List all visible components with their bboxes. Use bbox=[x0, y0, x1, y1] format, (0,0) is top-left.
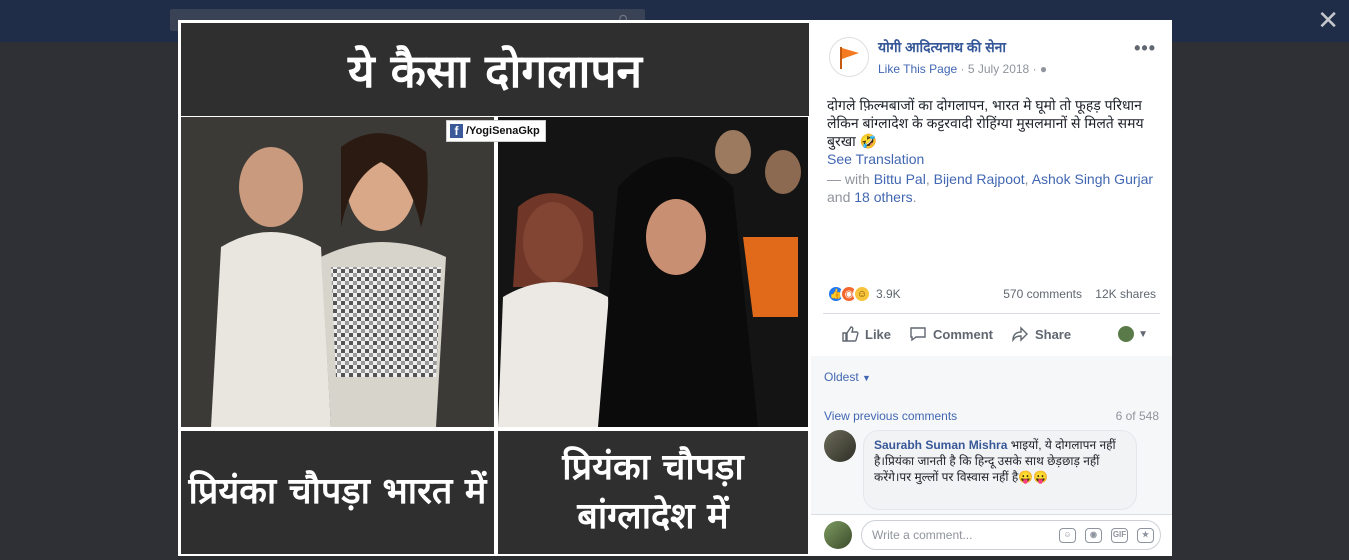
see-translation-link[interactable]: See Translation bbox=[827, 151, 924, 167]
haha-reaction-icon: ☺ bbox=[853, 285, 871, 303]
emoji-icon[interactable]: ☺ bbox=[1059, 528, 1076, 543]
like-page-link[interactable]: Like This Page bbox=[878, 62, 957, 76]
tag-others[interactable]: 18 others bbox=[854, 189, 912, 205]
tag-bijend-rajpoot[interactable]: Bijend Rajpoot bbox=[934, 171, 1025, 187]
saffron-flag-icon bbox=[840, 47, 859, 69]
avatar bbox=[1118, 326, 1135, 342]
comment-author[interactable]: Saurabh Suman Mishra bbox=[874, 438, 1007, 452]
post-date[interactable]: 5 July 2018 bbox=[968, 62, 1029, 76]
page-background-right bbox=[1172, 42, 1349, 560]
comment-count-indicator: 6 of 548 bbox=[1115, 409, 1159, 423]
shares-count[interactable]: 12K shares bbox=[1095, 287, 1156, 301]
close-icon[interactable]: ✕ bbox=[1317, 7, 1339, 33]
caption-left: प्रियंका चौपड़ा भारत में bbox=[181, 431, 494, 554]
page-avatar[interactable] bbox=[829, 37, 869, 77]
more-options-icon[interactable]: ••• bbox=[1134, 38, 1156, 59]
sticker-icon[interactable]: ★ bbox=[1137, 528, 1154, 543]
with-prefix: — with bbox=[827, 171, 870, 187]
engagement-counts: 570 comments 12K shares bbox=[993, 287, 1156, 301]
view-previous-comments-link[interactable]: View previous comments bbox=[824, 409, 957, 423]
watermark: f /YogiSenaGkp bbox=[446, 120, 546, 142]
comment-bubble: Saurabh Suman Mishra भाइयों, ये दोगलापन … bbox=[863, 430, 1137, 510]
action-bar: Like Comment Share ▼ bbox=[823, 317, 1160, 351]
people-illustration-left bbox=[181, 117, 494, 427]
chevron-down-icon: ▼ bbox=[1138, 328, 1148, 340]
share-button[interactable]: Share bbox=[1011, 325, 1071, 343]
comment-bubble-icon bbox=[910, 327, 926, 342]
tag-bittu-pal[interactable]: Bittu Pal bbox=[874, 171, 926, 187]
user-avatar bbox=[824, 521, 852, 549]
reactions-summary[interactable]: 👍 ◉ ☺ 3.9K bbox=[827, 285, 901, 303]
globe-icon: ● bbox=[1039, 62, 1048, 76]
share-label: Share bbox=[1034, 326, 1072, 342]
photo-left-image bbox=[181, 117, 494, 427]
caption-right: प्रियंका चौपड़ा बांग्लादेश में bbox=[498, 431, 808, 554]
sort-label: Oldest bbox=[824, 370, 859, 384]
comment-sort-dropdown[interactable]: Oldest ▼ bbox=[824, 370, 871, 384]
reaction-count: 3.9K bbox=[876, 287, 901, 301]
commenter-avatar[interactable] bbox=[824, 430, 856, 462]
comment-button[interactable]: Comment bbox=[909, 325, 993, 343]
photo-right-image bbox=[498, 117, 808, 427]
tagged-people: — with Bittu Pal, Bijend Rajpoot, Ashok … bbox=[827, 171, 1154, 205]
page-name-link[interactable]: योगी आदित्यनाथ की सेना bbox=[878, 38, 1006, 57]
comments-count[interactable]: 570 comments bbox=[1003, 287, 1082, 301]
divider bbox=[823, 313, 1160, 314]
write-comment-row: Write a comment... ☺ ◉ GIF ★ bbox=[811, 514, 1172, 556]
like-label: Like bbox=[865, 326, 892, 342]
thumbs-up-icon bbox=[842, 326, 859, 342]
chevron-down-icon: ▼ bbox=[862, 373, 871, 383]
page-background-left bbox=[0, 42, 178, 560]
people-illustration-right bbox=[498, 117, 808, 427]
photo-viewer: ये कैसा दोगलापन f /YogiSenaGkp प्रियंका … bbox=[178, 20, 811, 556]
post-panel: योगी आदित्यनाथ की सेना Like This Page · … bbox=[811, 20, 1172, 556]
facebook-logo-icon: f bbox=[450, 124, 463, 138]
post-as-selector[interactable]: ▼ bbox=[1118, 326, 1148, 342]
photo-title: ये कैसा दोगलापन bbox=[181, 23, 809, 116]
post-meta: Like This Page · 5 July 2018 · ● bbox=[878, 62, 1048, 76]
gif-icon[interactable]: GIF bbox=[1111, 528, 1128, 543]
post-text: दोगले फ़िल्मबाजों का दोगलापन, भारत मे घू… bbox=[827, 97, 1144, 149]
comment-label: Comment bbox=[933, 326, 993, 342]
watermark-text: /YogiSenaGkp bbox=[466, 125, 540, 137]
like-button[interactable]: Like bbox=[841, 325, 891, 343]
comment-input-icons: ☺ ◉ GIF ★ bbox=[1059, 528, 1154, 543]
tag-ashok-singh-gurjar[interactable]: Ashok Singh Gurjar bbox=[1032, 171, 1153, 187]
share-arrow-icon bbox=[1012, 326, 1028, 343]
and-text: and bbox=[827, 189, 851, 205]
camera-icon[interactable]: ◉ bbox=[1085, 528, 1102, 543]
